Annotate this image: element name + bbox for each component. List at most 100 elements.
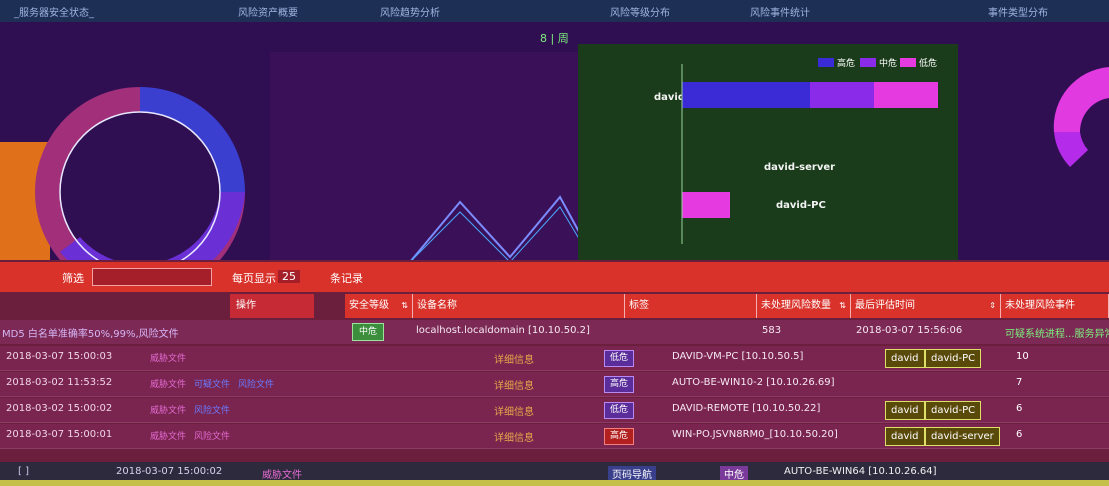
row-time: 2018-03-07 15:00:02: [116, 466, 223, 477]
table-row[interactable]: MD5 白名单准确率50%,99%,风险文件 中危 localhost.loca…: [0, 320, 1109, 344]
detail-link[interactable]: 详细信息: [494, 429, 534, 444]
row-tag[interactable]: 威胁文件: [262, 466, 302, 481]
col-unhandled-events-label: 未处理风险事件: [1005, 300, 1075, 311]
row-tag[interactable]: 威胁文件: [150, 403, 186, 416]
tag-chip[interactable]: david: [885, 401, 925, 420]
security-level-badge[interactable]: 高危: [604, 376, 635, 393]
trend-line-svg: [410, 195, 591, 260]
bar-david-PC-2: [682, 192, 730, 218]
page-size-label: 每页显示: [232, 272, 276, 285]
last-eval-time: 2018-03-07 15:56:06: [856, 325, 963, 336]
unhandled-count: 6: [1016, 403, 1023, 414]
records-label: 条记录: [330, 272, 363, 285]
event-donut-svg: [1053, 67, 1109, 167]
bar-david-1: [810, 82, 874, 108]
table-body: 2018-03-07 15:00:03 威胁文件 详细信息 低危 DAVID-V…: [0, 346, 1109, 461]
trend-line-series: [410, 195, 591, 260]
top-tab-bar: _服务器安全状态_ 风险资产概要 风险趋势分析 风险等级分布 风险事件统计 事件…: [0, 0, 1109, 22]
col-device-name-label: 设备名称: [417, 300, 457, 311]
row-tag[interactable]: 威胁文件: [150, 351, 186, 364]
event-donut-segment-1: [1053, 67, 1109, 132]
row-time: 2018-03-07 15:00:01: [6, 429, 113, 440]
row-tag[interactable]: 风险文件: [238, 377, 274, 390]
sort-icon[interactable]: ⇕: [989, 294, 996, 318]
event-donut-segment-2: [1054, 132, 1088, 167]
status-donut-chart: [0, 52, 290, 260]
filter-input[interactable]: [92, 268, 212, 286]
unhandled-count: 7: [1016, 377, 1023, 388]
page-size-select[interactable]: 25: [278, 270, 300, 283]
table-row[interactable]: 2018-03-02 11:53:52 威胁文件 可疑文件 风险文件 详细信息 …: [0, 372, 1109, 397]
event-type-donut-chart: [1040, 62, 1109, 172]
trend-line-series-2: [411, 206, 591, 260]
security-level-badge[interactable]: 低危: [604, 402, 635, 419]
tab-server-status[interactable]: _服务器安全状态_: [14, 4, 94, 19]
row-tag[interactable]: 风险文件: [194, 429, 230, 442]
page-nav-button[interactable]: 页码导航: [608, 466, 656, 481]
detail-link[interactable]: 详细信息: [494, 351, 534, 366]
tag-chip[interactable]: david-server: [925, 427, 1000, 446]
security-level-badge[interactable]: 中危: [352, 323, 385, 341]
row-time: 2018-03-02 11:53:52: [6, 377, 113, 388]
col-unhandled-count[interactable]: 未处理风险数量 ⇅: [757, 294, 851, 318]
device-name[interactable]: WIN-PO.JSVN8RM0_[10.10.50.20]: [672, 429, 838, 440]
tag-chip[interactable]: david-PC: [925, 401, 982, 420]
trend-pager[interactable]: 8 | 周: [540, 30, 569, 46]
col-unhandled-events[interactable]: 未处理风险事件: [1001, 294, 1109, 318]
donut-segment-3: [60, 192, 245, 260]
sort-icon[interactable]: ⇅: [401, 294, 408, 318]
unhandled-count: 583: [762, 325, 782, 336]
table-row[interactable]: 2018-03-02 15:00:02 威胁文件 风险文件 详细信息 低危 DA…: [0, 398, 1109, 423]
row-left-text: MD5 白名单准确率50%,99%,风险文件: [2, 329, 179, 340]
donut-segment-2: [140, 87, 245, 192]
risk-distribution-bar-chart: 高危 中危 低危 david david-server david-PC: [578, 44, 958, 260]
device-name[interactable]: DAVID-VM-PC [10.10.50.5]: [672, 351, 803, 362]
dashboard-panels: 8 | 周 高危 中危 低危 david david-server david-…: [0, 22, 1109, 260]
donut-inner-ring: [59, 111, 221, 260]
col-unhandled-count-label: 未处理风险数量: [761, 300, 831, 311]
col-tags-label: 标签: [629, 300, 649, 311]
tab-risk-trend[interactable]: 风险趋势分析: [380, 4, 440, 19]
security-level-badge[interactable]: 低危: [604, 350, 635, 367]
filter-label: 筛选: [62, 272, 84, 285]
row-tag[interactable]: 威胁文件: [150, 377, 186, 390]
security-level-badge[interactable]: 高危: [604, 428, 635, 445]
col-last-eval-time[interactable]: 最后评估时间 ⇕: [851, 294, 1001, 318]
device-name[interactable]: localhost.localdomain [10.10.50.2]: [416, 325, 590, 336]
device-name[interactable]: DAVID-REMOTE [10.10.50.22]: [672, 403, 820, 414]
footer-strip: [0, 480, 1109, 486]
row-checkbox[interactable]: [ ]: [18, 466, 29, 477]
detail-link[interactable]: 详细信息: [494, 377, 534, 392]
table-header: 安全等级 ⇅ 设备名称 标签 未处理风险数量 ⇅ 最后评估时间 ⇕ 未处理风险事件: [345, 294, 1109, 318]
security-level-badge[interactable]: 中危: [720, 466, 748, 481]
tag-chip[interactable]: david: [885, 427, 925, 446]
row-time: 2018-03-02 15:00:02: [6, 403, 113, 414]
row-time: 2018-03-07 15:00:03: [6, 351, 113, 362]
bar-chart-svg: [681, 64, 938, 244]
unhandled-count: 10: [1016, 351, 1029, 362]
col-device-name[interactable]: 设备名称: [413, 294, 625, 318]
col-tags[interactable]: 标签: [625, 294, 757, 318]
row-tag[interactable]: 威胁文件: [150, 429, 186, 442]
table-row[interactable]: 2018-03-07 15:00:01 威胁文件 风险文件 详细信息 高危 WI…: [0, 424, 1109, 449]
tab-event-types[interactable]: 事件类型分布: [988, 4, 1048, 19]
tab-risk-assets[interactable]: 风险资产概要: [238, 4, 298, 19]
tag-chip[interactable]: david: [885, 349, 925, 368]
status-donut-svg: [0, 87, 245, 260]
risk-trend-chart: [270, 52, 591, 260]
col-security-level-label: 安全等级: [349, 300, 389, 311]
detail-link[interactable]: 详细信息: [494, 403, 534, 418]
sort-icon[interactable]: ⇅: [839, 294, 846, 318]
unhandled-event-link[interactable]: 可疑系统进程...服务异常: [1005, 325, 1109, 340]
device-name[interactable]: AUTO-BE-WIN64 [10.10.26.64]: [784, 466, 937, 477]
row-tag[interactable]: 风险文件: [194, 403, 230, 416]
tab-risk-events[interactable]: 风险事件统计: [750, 4, 810, 19]
col-security-level[interactable]: 安全等级 ⇅: [345, 294, 413, 318]
tag-chip[interactable]: david-PC: [925, 349, 982, 368]
device-name[interactable]: AUTO-BE-WIN10-2 [10.10.26.69]: [672, 377, 834, 388]
row-tag[interactable]: 可疑文件: [194, 377, 230, 390]
bar-david-2: [874, 82, 938, 108]
table-row[interactable]: 2018-03-07 15:00:03 威胁文件 详细信息 低危 DAVID-V…: [0, 346, 1109, 371]
tab-risk-levels[interactable]: 风险等级分布: [610, 4, 670, 19]
op-column-header[interactable]: 操作: [230, 294, 314, 318]
